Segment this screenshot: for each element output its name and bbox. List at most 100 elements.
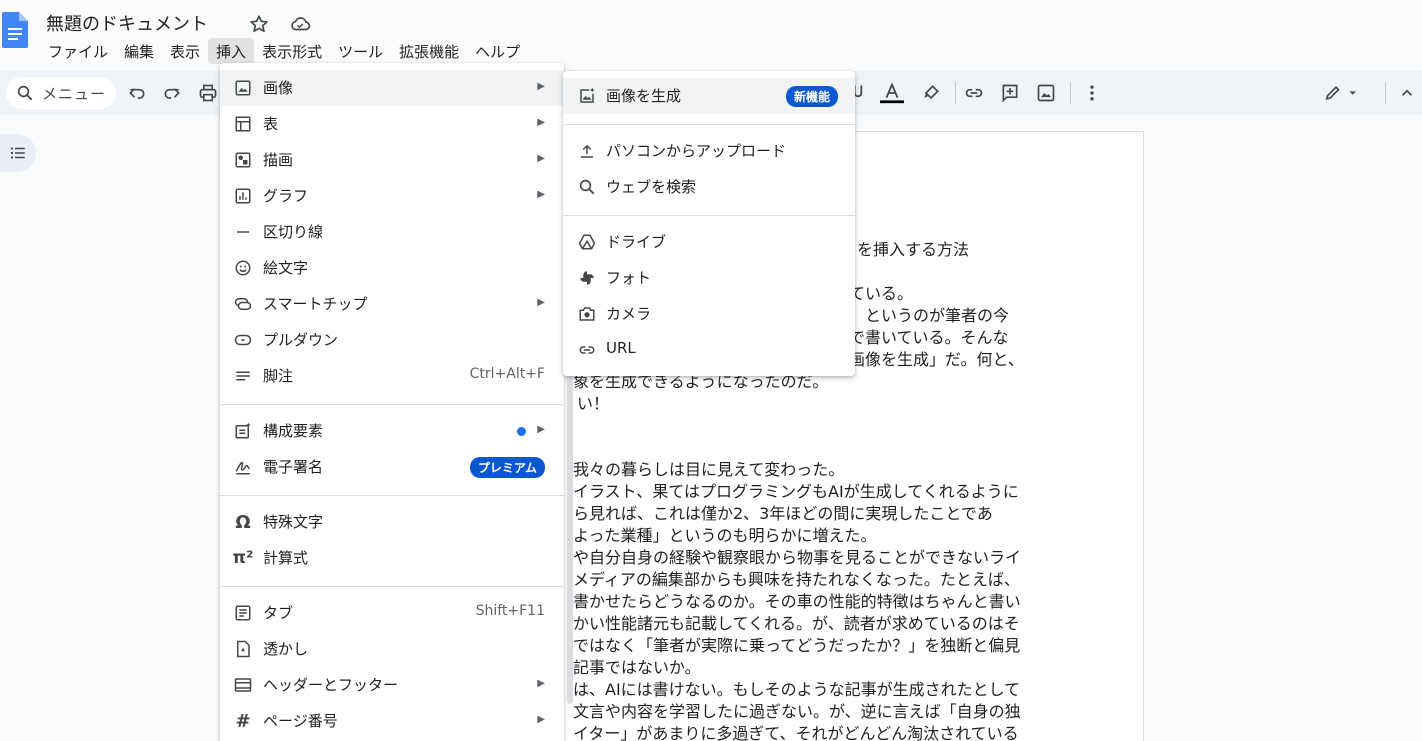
editing-mode-icon[interactable]	[1316, 81, 1366, 105]
submenu-item-label: 画像を生成	[606, 87, 682, 105]
upload-icon	[577, 141, 597, 161]
submenu-arrow-icon: ▶	[537, 678, 545, 689]
submenu-item-url[interactable]: URL	[563, 332, 855, 368]
menu-view[interactable]: 表示	[162, 38, 208, 64]
submenu-arrow-icon: ▶	[537, 81, 545, 92]
menu-item-special-characters[interactable]: Ω 特殊文字	[220, 504, 564, 540]
menu-edit[interactable]: 編集	[116, 38, 162, 64]
menu-help[interactable]: ヘルプ	[467, 38, 528, 64]
menu-divider	[220, 495, 564, 496]
docs-logo-icon[interactable]	[2, 12, 28, 48]
menu-item-label: 画像	[263, 79, 294, 97]
menu-item-label: ページ番号	[263, 712, 338, 730]
doc-text-line: を挿入する方法	[857, 240, 970, 259]
menu-file[interactable]: ファイル	[40, 38, 116, 64]
cloud-saved-icon[interactable]	[288, 13, 312, 35]
menu-item-footnote[interactable]: 脚注 Ctrl+Alt+F	[220, 358, 564, 394]
doc-text-line: 、というのが筆者の今	[849, 306, 1010, 325]
submenu-item-label: URL	[606, 339, 636, 357]
doc-text-line: イラスト、果てはプログラミングもAIが生成してくれるように	[573, 482, 1019, 501]
redo-icon[interactable]	[160, 81, 184, 105]
menu-format[interactable]: 表示形式	[254, 38, 330, 64]
menu-item-label: 透かし	[263, 640, 309, 658]
header-footer-icon	[233, 675, 253, 695]
insert-link-icon[interactable]	[962, 81, 986, 105]
submenu-item-generate-image[interactable]: 画像を生成 新機能	[563, 78, 855, 114]
menu-extensions[interactable]: 拡張機能	[391, 38, 467, 64]
menu-item-table[interactable]: 表 ▶	[220, 106, 564, 142]
insert-image-icon[interactable]	[1034, 81, 1058, 105]
menu-tools[interactable]: ツール	[330, 38, 391, 64]
star-icon[interactable]	[248, 13, 270, 35]
horizontal-line-icon	[233, 222, 253, 242]
submenu-item-label: フォト	[606, 269, 652, 287]
doc-text-line: かい性能諸元も記載してくれる。が、読者が求めているのはそ	[573, 614, 1020, 633]
submenu-item-label: ドライブ	[606, 233, 667, 251]
menu-item-label: 脚注	[263, 367, 294, 385]
print-icon[interactable]	[196, 81, 220, 105]
text-color-icon[interactable]	[880, 81, 904, 105]
submenu-item-search-web[interactable]: ウェブを検索	[563, 169, 855, 205]
emoji-icon	[233, 258, 253, 278]
menu-search-button[interactable]: メニュー	[6, 77, 116, 109]
menu-search-label: メニュー	[42, 84, 107, 103]
menu-item-label: 区切り線	[263, 223, 324, 241]
doc-text-line: ている。	[849, 284, 914, 303]
menu-item-header-footer[interactable]: ヘッダーとフッター ▶	[220, 667, 564, 703]
menu-item-label: 計算式	[263, 549, 309, 567]
document-title[interactable]: 無題のドキュメント	[46, 10, 208, 36]
menu-item-label: 絵文字	[263, 259, 309, 277]
doc-text-line: 書かせたらどうなるのか。その車の性能的特徴はちゃんと書い	[573, 592, 1021, 611]
menu-divider	[220, 404, 564, 405]
menu-item-dropdown[interactable]: プルダウン	[220, 322, 564, 358]
menu-item-esignature[interactable]: 電子署名 プレミアム	[220, 449, 564, 485]
search-icon	[577, 177, 597, 197]
drive-icon	[577, 232, 597, 252]
menu-item-label: タブ	[263, 604, 294, 622]
submenu-item-upload[interactable]: パソコンからアップロード	[563, 133, 855, 169]
doc-text-line: イター」があまりに多過ぎて、それがどんどん淘汰されている	[573, 724, 1019, 741]
doc-text-line: よった業種」というのも明らかに増えた。	[573, 526, 877, 545]
collapse-menu-icon[interactable]	[1395, 81, 1419, 105]
menu-item-emoji[interactable]: 絵文字	[220, 250, 564, 286]
menu-item-building-blocks[interactable]: 構成要素 ▶	[220, 413, 564, 449]
menu-item-page-numbers[interactable]: # ページ番号 ▶	[220, 703, 564, 739]
undo-icon[interactable]	[125, 81, 149, 105]
submenu-item-photos[interactable]: フォト	[563, 260, 855, 296]
menu-item-equation[interactable]: π² 計算式	[220, 540, 564, 576]
menu-item-label: スマートチップ	[263, 295, 368, 313]
add-comment-icon[interactable]	[998, 81, 1022, 105]
outline-toggle-button[interactable]	[0, 134, 36, 172]
search-icon	[16, 84, 34, 102]
submenu-item-label: カメラ	[606, 305, 652, 323]
chart-icon	[233, 186, 253, 206]
menu-item-horizontal-line[interactable]: 区切り線	[220, 214, 564, 250]
more-options-icon[interactable]	[1080, 81, 1104, 105]
menu-item-drawing[interactable]: 描画 ▶	[220, 142, 564, 178]
doc-text-line: メディアの編集部からも興味を持たれなくなった。たとえば、	[573, 570, 1020, 589]
tab-icon	[233, 603, 253, 623]
menu-divider	[563, 124, 855, 125]
drawing-icon	[233, 150, 253, 170]
footnote-icon	[233, 366, 253, 386]
menu-item-label: 表	[263, 115, 279, 133]
doc-text-line: ではなく「筆者が実際に乗ってどうだったか？」を独断と偏見	[573, 636, 1021, 655]
submenu-item-camera[interactable]: カメラ	[563, 296, 855, 332]
building-blocks-icon	[233, 421, 253, 441]
hash-icon: #	[235, 710, 251, 732]
link-icon	[577, 340, 597, 360]
menu-item-chart[interactable]: グラフ ▶	[220, 178, 564, 214]
menu-divider	[563, 215, 855, 216]
submenu-arrow-icon: ▶	[537, 189, 545, 200]
menu-item-smart-chips[interactable]: スマートチップ ▶	[220, 286, 564, 322]
submenu-arrow-icon: ▶	[537, 117, 545, 128]
submenu-item-drive[interactable]: ドライブ	[563, 224, 855, 260]
menu-item-image[interactable]: 画像 ▶	[220, 70, 564, 106]
menu-item-label: ヘッダーとフッター	[263, 676, 399, 694]
menu-item-tab[interactable]: タブ Shift+F11	[220, 595, 564, 631]
highlight-color-icon[interactable]	[919, 81, 943, 105]
submenu-arrow-icon: ▶	[537, 153, 545, 164]
menu-item-watermark[interactable]: 透かし	[220, 631, 564, 667]
omega-icon: Ω	[235, 511, 251, 533]
menu-insert[interactable]: 挿入	[208, 38, 255, 64]
